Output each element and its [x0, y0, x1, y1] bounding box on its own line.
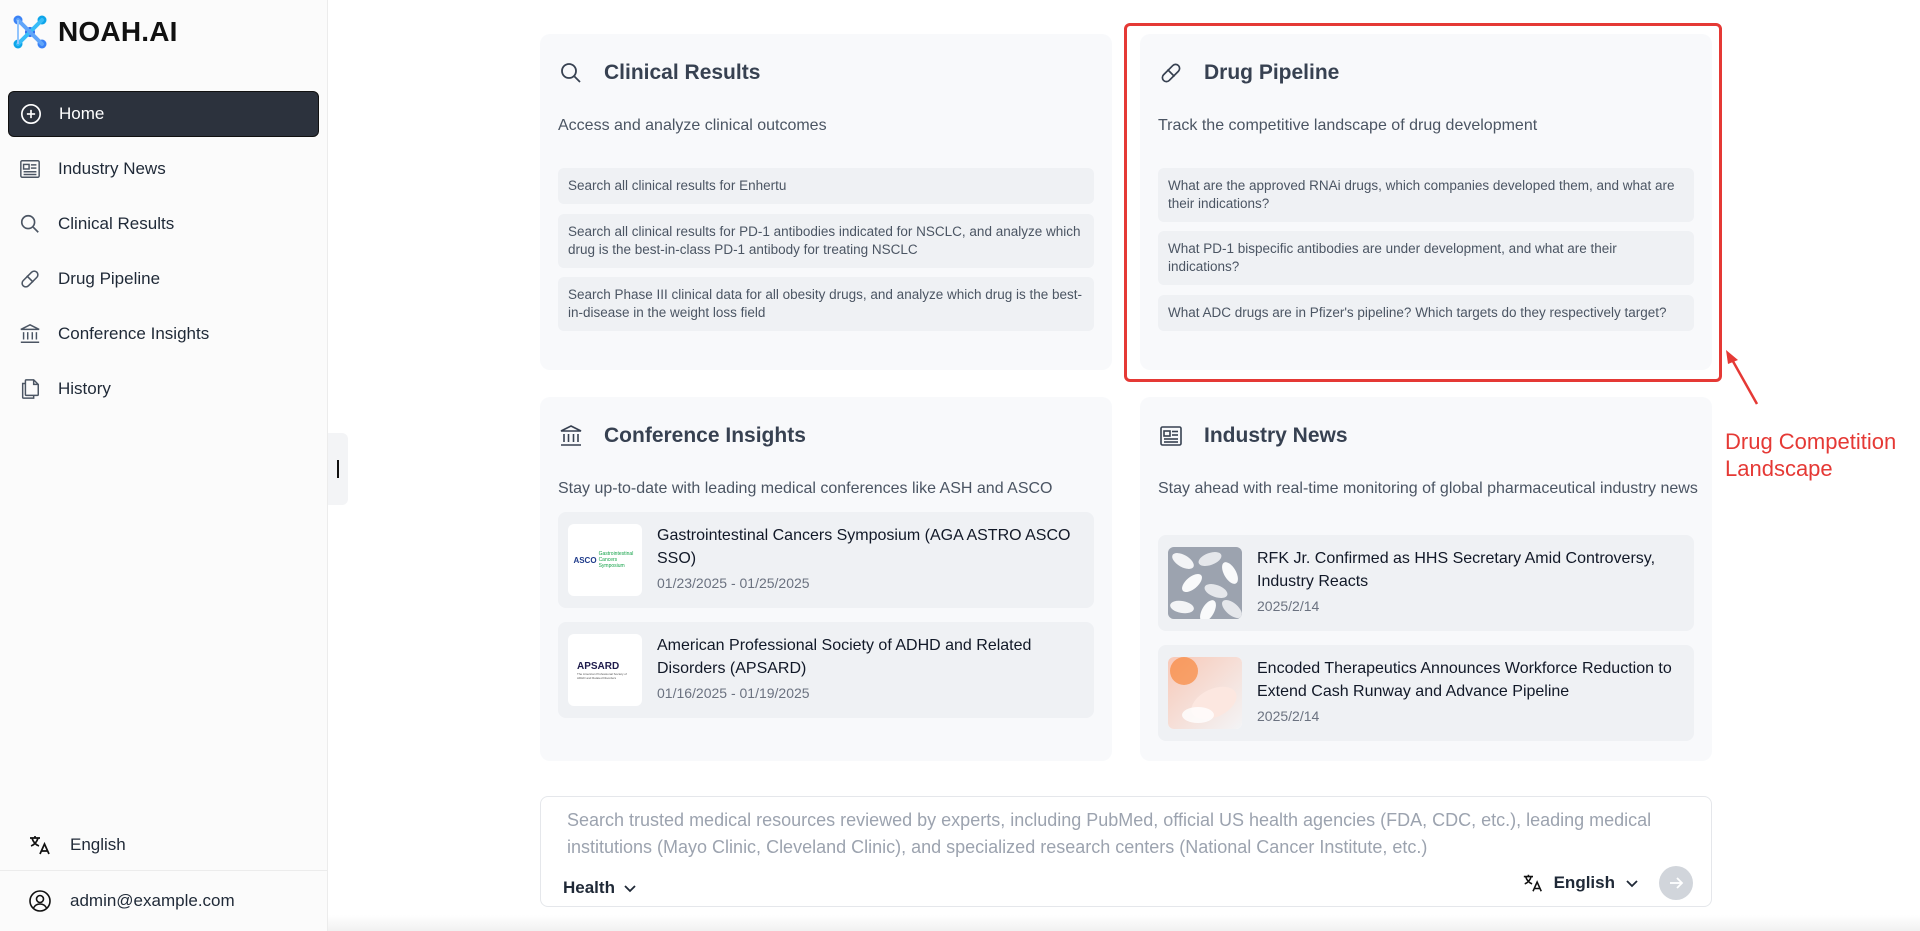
user-account[interactable]: admin@example.com — [0, 871, 328, 931]
language-dropdown[interactable]: English — [1522, 872, 1639, 894]
sidebar-item-history[interactable]: History — [8, 366, 319, 412]
send-button[interactable] — [1659, 866, 1693, 900]
sidebar-item-clinical-results[interactable]: Clinical Results — [8, 201, 319, 247]
sidebar-language-switcher[interactable]: English — [0, 819, 328, 871]
logo-text: APSARD — [577, 660, 620, 672]
sidebar-item-home[interactable]: Home — [8, 91, 319, 137]
news-thumbnail — [1168, 657, 1242, 729]
institution-icon — [18, 322, 42, 346]
clinical-results-card: Clinical Results Access and analyze clin… — [540, 34, 1112, 370]
search-icon — [18, 212, 42, 236]
example-query[interactable]: What PD-1 bispecific antibodies are unde… — [1158, 231, 1694, 285]
news-item[interactable]: RFK Jr. Confirmed as HHS Secretary Amid … — [1158, 535, 1694, 631]
conference-logo: ASCO Gastrointestinal Cancers Symposium — [568, 524, 642, 596]
user-icon — [28, 889, 52, 913]
card-description: Track the competitive landscape of drug … — [1158, 117, 1538, 134]
sidebar-language-label: English — [70, 834, 126, 854]
news-title: Encoded Therapeutics Announces Workforce… — [1257, 660, 1672, 700]
card-title: Clinical Results — [604, 61, 761, 84]
card-description: Stay ahead with real-time monitoring of … — [1158, 480, 1698, 497]
user-email: admin@example.com — [70, 891, 235, 910]
news-item[interactable]: Encoded Therapeutics Announces Workforce… — [1158, 645, 1694, 741]
conference-item[interactable]: APSARD The American Professional Society… — [558, 622, 1094, 718]
annotation-arrow — [1726, 350, 1759, 405]
translate-icon — [1523, 874, 1542, 892]
sidebar-nav: Home Industry News Clinical Results Drug… — [8, 91, 319, 421]
news-date: 2025/2/14 — [1257, 598, 1320, 614]
conference-insights-card: Conference Insights Stay up-to-date with… — [540, 397, 1112, 761]
category-dropdown[interactable]: Health — [563, 878, 637, 898]
news-title: RFK Jr. Confirmed as HHS Secretary Amid … — [1257, 550, 1656, 590]
pill-icon — [1158, 60, 1184, 86]
annotation-line: Drug Competition — [1725, 429, 1897, 454]
sidebar-item-industry-news[interactable]: Industry News — [8, 146, 319, 192]
sidebar: NOAH.AI Home Industry News Clinical Resu… — [0, 0, 328, 931]
newspaper-icon — [1158, 423, 1184, 449]
sidebar-item-drug-pipeline[interactable]: Drug Pipeline — [8, 256, 319, 302]
search-box: Health English — [540, 796, 1712, 907]
news-date: 2025/2/14 — [1257, 708, 1320, 724]
sidebar-item-label: History — [58, 379, 111, 398]
annotation-line: Landscape — [1725, 456, 1833, 481]
conference-logo: APSARD The American Professional Society… — [568, 634, 642, 706]
example-query[interactable]: Search all clinical results for PD-1 ant… — [558, 214, 1094, 268]
conference-title: Gastrointestinal Cancers Symposium (AGA … — [657, 527, 1071, 567]
documents-icon — [18, 377, 42, 401]
logo-subtext: Gastrointestinal Cancers Symposium — [598, 551, 634, 569]
plus-circle-icon — [19, 102, 43, 126]
sidebar-item-label: Clinical Results — [58, 214, 175, 233]
logo[interactable]: NOAH.AI — [12, 14, 178, 50]
example-query[interactable]: What ADC drugs are in Pfizer's pipeline?… — [1158, 295, 1694, 331]
sidebar-collapse-handle[interactable] — [328, 433, 348, 505]
card-title: Industry News — [1204, 424, 1348, 447]
sidebar-item-label: Conference Insights — [58, 324, 210, 343]
conference-title: American Professional Society of ADHD an… — [657, 637, 1032, 677]
logo-text: ASCO — [573, 555, 597, 565]
card-title: Conference Insights — [604, 424, 806, 447]
sidebar-item-label: Drug Pipeline — [58, 269, 161, 288]
card-description: Stay up-to-date with leading medical con… — [558, 480, 1053, 497]
pill-icon — [18, 267, 42, 291]
sidebar-item-conference-insights[interactable]: Conference Insights — [8, 311, 319, 357]
conference-item[interactable]: ASCO Gastrointestinal Cancers Symposium … — [558, 512, 1094, 608]
conference-date: 01/23/2025 - 01/25/2025 — [657, 575, 810, 591]
bottom-fade — [328, 915, 1920, 931]
conference-date: 01/16/2025 - 01/19/2025 — [657, 685, 810, 701]
search-icon — [558, 60, 584, 86]
category-label: Health — [563, 878, 615, 897]
drug-pipeline-card: Drug Pipeline Track the competitive land… — [1140, 34, 1712, 370]
sidebar-item-label: Industry News — [58, 159, 166, 178]
example-query[interactable]: What are the approved RNAi drugs, which … — [1158, 168, 1694, 222]
newspaper-icon — [18, 157, 42, 181]
language-label: English — [1553, 873, 1615, 892]
institution-icon — [558, 423, 584, 449]
annotation-label: Drug Competition Landscape — [1725, 428, 1896, 482]
news-thumbnail — [1168, 547, 1242, 619]
chevron-down-icon — [624, 885, 636, 893]
translate-icon — [28, 833, 52, 857]
chevron-down-icon — [1626, 880, 1638, 888]
card-description: Access and analyze clinical outcomes — [558, 117, 827, 134]
sidebar-item-label: Home — [59, 104, 105, 123]
example-query[interactable]: Search all clinical results for Enhertu — [558, 168, 1094, 204]
industry-news-card: Industry News Stay ahead with real-time … — [1140, 397, 1712, 761]
card-title: Drug Pipeline — [1204, 61, 1340, 84]
example-query[interactable]: Search Phase III clinical data for all o… — [558, 277, 1094, 331]
logo-text: NOAH.AI — [58, 16, 178, 47]
arrow-right-icon — [1670, 877, 1684, 889]
noah-logo-icon — [13, 15, 47, 49]
logo-subtext: The American Professional Society of ADH… — [577, 671, 627, 680]
sidebar-footer: English admin@example.com — [0, 819, 328, 931]
search-input[interactable] — [567, 807, 1667, 863]
